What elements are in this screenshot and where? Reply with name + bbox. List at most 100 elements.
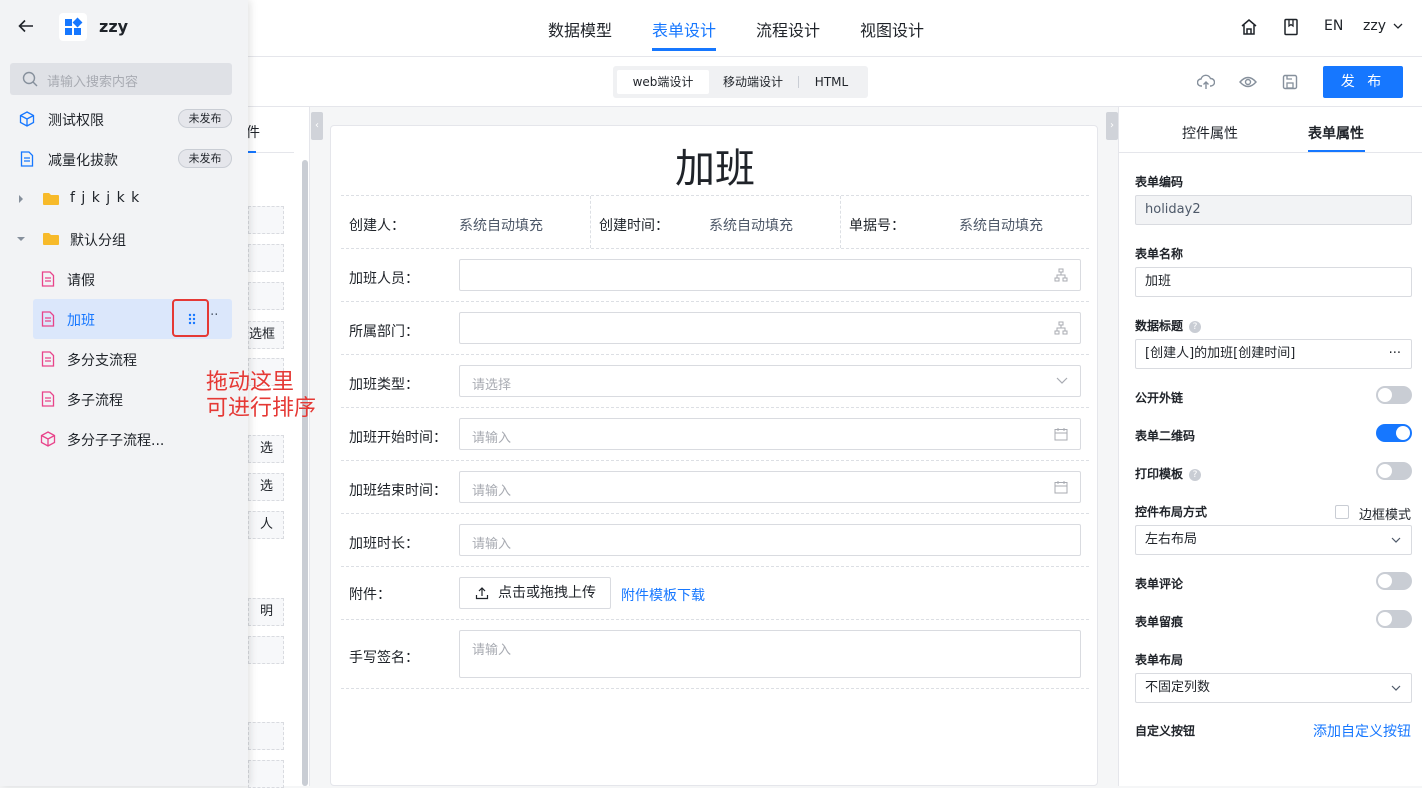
duration-input[interactable]: 请输入	[459, 524, 1081, 556]
attachment-template-link[interactable]: 附件模板下载	[621, 585, 705, 605]
divider	[341, 195, 1089, 196]
component-item[interactable]	[248, 636, 284, 664]
tab-view-design[interactable]: 视图设计	[860, 17, 924, 41]
divider	[590, 196, 591, 248]
mode-mobile[interactable]: 移动端设计	[709, 70, 797, 94]
form-layout-select[interactable]: 不固定列数	[1135, 673, 1412, 703]
layout-value: 左右布局	[1145, 532, 1198, 547]
trace-toggle[interactable]	[1376, 610, 1412, 628]
creator-label: 创建人：	[349, 218, 405, 234]
form-icon	[41, 271, 55, 287]
sidebar-item-multi-sub-subprocess[interactable]: 多分子子流程...	[0, 419, 248, 459]
sidebar-item-folder-fjkjkk[interactable]: f j k j k k	[0, 179, 248, 219]
search-placeholder: 请输入搜索内容	[47, 75, 139, 90]
border-mode-checkbox[interactable]	[1335, 505, 1349, 519]
component-tab-indicator	[248, 151, 256, 153]
sidebar-item-label: 减量化拔款	[48, 153, 118, 169]
component-item[interactable]: 明	[248, 598, 284, 626]
form-name-input[interactable]: 加班	[1135, 267, 1412, 297]
publish-button[interactable]: 发 布	[1323, 66, 1403, 98]
tab-data-model[interactable]: 数据模型	[548, 17, 612, 41]
chevron-down-icon	[1391, 537, 1401, 543]
qrcode-toggle[interactable]	[1376, 424, 1412, 442]
border-mode-label: 边框模式	[1359, 508, 1412, 523]
language-switch[interactable]: EN	[1324, 18, 1343, 34]
more-icon[interactable]: ···	[1389, 340, 1401, 368]
tab-form-properties[interactable]: 表单属性	[1308, 123, 1364, 143]
public-link-toggle[interactable]	[1376, 386, 1412, 404]
preview-eye-icon[interactable]	[1239, 75, 1257, 89]
sidebar-item-label: f j k j k k	[70, 190, 141, 206]
end-time-placeholder: 请输入	[472, 484, 512, 499]
mode-html[interactable]: HTML	[799, 70, 864, 94]
component-item[interactable]	[248, 244, 284, 272]
attachment-label: 附件：	[349, 587, 391, 603]
collapse-left-button[interactable]: ‹	[311, 112, 323, 140]
signature-input[interactable]: 请输入	[459, 630, 1081, 678]
search-input[interactable]: 请输入搜索内容	[10, 63, 232, 95]
help-icon[interactable]: ?	[1189, 321, 1202, 333]
end-time-input[interactable]: 请输入	[459, 471, 1081, 503]
start-time-input[interactable]: 请输入	[459, 418, 1081, 450]
org-tree-icon	[1054, 321, 1068, 335]
overtime-staff-input[interactable]	[459, 259, 1081, 291]
print-template-label: 打印模板?	[1135, 465, 1202, 482]
form-title[interactable]: 加班	[331, 136, 1099, 194]
upload-label: 点击或拖拽上传	[498, 585, 596, 601]
divider	[341, 513, 1089, 514]
search-icon	[22, 71, 38, 87]
cloud-upload-icon[interactable]	[1197, 74, 1215, 90]
qrcode-label: 表单二维码	[1135, 429, 1196, 443]
component-item[interactable]: 选	[248, 435, 284, 463]
comment-toggle[interactable]	[1376, 572, 1412, 590]
print-template-toggle[interactable]	[1376, 462, 1412, 480]
sidebar-item-leave[interactable]: 请假	[0, 259, 248, 299]
component-item[interactable]	[248, 282, 284, 310]
component-item[interactable]: 选	[248, 473, 284, 501]
form-code-input[interactable]: holiday2	[1135, 195, 1412, 225]
component-item[interactable]: 人	[248, 511, 284, 539]
overtime-staff-label: 加班人员：	[349, 271, 419, 287]
sidebar-item-reduction[interactable]: 减量化拔款 未发布	[0, 139, 248, 179]
component-item[interactable]	[248, 760, 284, 788]
home-icon[interactable]	[1240, 18, 1258, 36]
book-icon[interactable]	[1283, 18, 1299, 36]
divider	[341, 460, 1089, 461]
tab-form-design[interactable]: 表单设计	[652, 17, 716, 41]
sidebar-item-folder-default[interactable]: 默认分组	[0, 219, 248, 259]
tab-control-properties[interactable]: 控件属性	[1182, 123, 1238, 143]
scrollbar[interactable]	[302, 160, 308, 786]
upload-button[interactable]: 点击或拖拽上传	[459, 577, 611, 609]
overtime-type-select[interactable]: 请选择	[459, 365, 1081, 397]
sidebar-item-test-permission[interactable]: 测试权限 未发布	[0, 99, 248, 139]
caret-right-icon[interactable]	[18, 195, 24, 203]
mode-web[interactable]: web端设计	[617, 70, 709, 94]
collapse-right-button[interactable]: ›	[1106, 112, 1118, 140]
form-icon	[41, 351, 55, 367]
user-menu[interactable]: zzy	[1363, 18, 1386, 34]
create-time-value: 系统自动填充	[709, 218, 793, 234]
caret-down-icon[interactable]	[17, 236, 25, 242]
add-custom-button-link[interactable]: 添加自定义按钮	[1313, 721, 1411, 741]
component-item-label: 选	[259, 479, 273, 494]
save-icon[interactable]	[1282, 74, 1298, 90]
component-item[interactable]: 选框	[248, 321, 284, 349]
form-layout-value: 不固定列数	[1145, 680, 1211, 695]
org-tree-icon	[1054, 268, 1068, 282]
tab-process-design[interactable]: 流程设计	[756, 17, 820, 41]
public-link-label: 公开外链	[1135, 391, 1184, 405]
divider	[341, 248, 1089, 249]
chevron-down-icon[interactable]	[1393, 23, 1403, 29]
sidebar-item-label: 请假	[67, 273, 95, 289]
component-panel-tab[interactable]: 件	[246, 122, 260, 142]
component-item[interactable]	[248, 722, 284, 750]
department-input[interactable]	[459, 312, 1081, 344]
creator-value: 系统自动填充	[459, 218, 543, 234]
layout-select[interactable]: 左右布局	[1135, 525, 1412, 555]
component-item[interactable]	[248, 206, 284, 234]
calendar-icon	[1054, 427, 1068, 441]
help-icon[interactable]: ?	[1189, 469, 1202, 481]
back-arrow-icon[interactable]	[18, 19, 34, 33]
sidebar-item-overtime[interactable]: 加班 ···	[0, 299, 248, 339]
data-title-input[interactable]: [创建人]的加班[创建时间] ···	[1135, 339, 1412, 369]
